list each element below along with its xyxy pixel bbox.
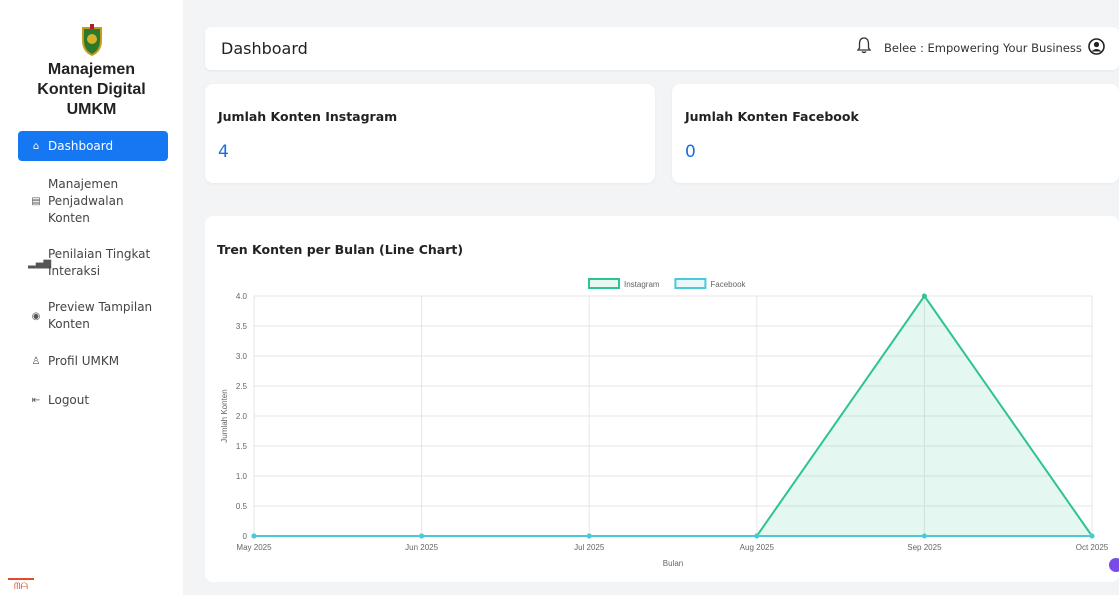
sidebar-item-penilaian-interaksi[interactable]: ▂▄▆ Penilaian Tingkat Interaksi <box>18 246 168 280</box>
x-tick-label: May 2025 <box>236 543 272 552</box>
sidebar-item-label: Logout <box>48 393 90 407</box>
y-tick-label: 0 <box>243 532 248 541</box>
sidebar-item-label: Penilaian Tingkat Interaksi <box>48 246 150 280</box>
data-point <box>921 293 927 299</box>
data-point <box>419 533 425 539</box>
line-chart: 0 0.5 1.0 1.5 2.0 2.5 3.0 3.5 4.0 May 2025 Jun 202… <box>220 278 1109 568</box>
y-tick-label: 1.5 <box>236 442 248 451</box>
sidebar-item-dashboard[interactable]: ⌂ Dashboard <box>18 131 168 161</box>
legend-label: Instagram <box>624 280 660 289</box>
sidebar-item-label: Manajemen Penjadwalan Konten <box>48 176 124 227</box>
data-point <box>921 533 927 539</box>
corner-logo-icon: ᗰᗩ <box>8 578 34 594</box>
stat-value: 0 <box>685 142 696 162</box>
emblem-logo-icon <box>82 24 102 56</box>
x-axis-label: Bulan <box>663 559 683 568</box>
data-point <box>251 533 257 539</box>
stat-label: Jumlah Konten Facebook <box>685 109 859 124</box>
label-line: Manajemen <box>48 177 119 191</box>
stat-card-instagram: Jumlah Konten Instagram 4 <box>205 84 655 183</box>
data-point <box>586 533 592 539</box>
y-axis-label: Jumlah Konten <box>220 389 229 442</box>
stat-card-facebook: Jumlah Konten Facebook 0 <box>672 84 1119 183</box>
sidebar-item-label: Dashboard <box>48 138 114 153</box>
x-tick-label: Jun 2025 <box>405 543 438 552</box>
sidebar-item-preview-tampilan[interactable]: ◉ Preview Tampilan Konten <box>18 299 168 333</box>
y-tick-label: 1.0 <box>236 472 248 481</box>
x-tick-label: Sep 2025 <box>907 543 942 552</box>
home-icon: ⌂ <box>32 140 40 152</box>
y-tick-label: 3.0 <box>236 352 248 361</box>
brand-line-1: Manajemen <box>47 61 136 78</box>
sidebar-nav: ⌂ Dashboard ▤ Manajemen Penjadwalan Kont… <box>18 131 168 409</box>
bell-icon[interactable] <box>856 36 872 54</box>
label-line: Konten <box>48 317 90 331</box>
business-name: Belee : Empowering Your Business <box>884 41 1082 55</box>
x-tick-label: Aug 2025 <box>740 543 775 552</box>
page-title: Dashboard <box>221 39 308 58</box>
legend-swatch <box>588 278 620 289</box>
logout-icon: ⇤ <box>31 395 41 406</box>
label-line: Konten <box>48 211 90 225</box>
sidebar-item-profil-umkm[interactable]: ♙ Profil UMKM <box>18 353 168 370</box>
app-brand-title: Manajemen Konten Digital UMKM <box>0 60 183 120</box>
user-icon: ♙ <box>31 356 41 367</box>
y-tick-label: 4.0 <box>236 292 248 301</box>
y-tick-label: 3.5 <box>236 322 248 331</box>
user-account-icon[interactable] <box>1088 38 1105 55</box>
stat-label: Jumlah Konten Instagram <box>218 109 398 124</box>
brand-line-2: Konten Digital <box>37 81 146 98</box>
document-icon: ▤ <box>31 196 41 207</box>
data-point <box>1089 533 1095 539</box>
stat-value: 4 <box>218 142 229 162</box>
x-tick-label: Jul 2025 <box>574 543 605 552</box>
y-tick-label: 2.0 <box>236 412 248 421</box>
sidebar-item-label: Preview Tampilan Konten <box>48 299 152 333</box>
y-tick-label: 2.5 <box>236 382 248 391</box>
signal-bars-icon: ▂▄▆ <box>28 257 52 269</box>
y-tick-label: 0.5 <box>236 502 248 511</box>
label-line: Penilaian Tingkat <box>48 247 151 261</box>
sidebar-item-manajemen-penjadwalan[interactable]: ▤ Manajemen Penjadwalan Konten <box>18 176 168 227</box>
label-line: Interaksi <box>48 264 101 278</box>
chart-card: Tren Konten per Bulan (Line Chart) 0 0.5 1… <box>205 216 1119 582</box>
sidebar-item-logout[interactable]: ⇤ Logout <box>18 392 168 409</box>
brand-line-3: UMKM <box>66 101 117 118</box>
label-line: Penjadwalan <box>48 194 124 208</box>
legend-swatch <box>674 278 707 289</box>
legend-label: Facebook <box>710 280 746 289</box>
header-bar: Dashboard Belee : Empowering Your Busine… <box>205 27 1119 70</box>
x-tick-label: Oct 2025 <box>1076 543 1109 552</box>
data-point <box>754 533 760 539</box>
sidebar: Manajemen Konten Digital UMKM ⌂ Dashboar… <box>0 0 183 595</box>
floating-widget-icon[interactable] <box>1109 558 1119 572</box>
sidebar-item-label: Profil UMKM <box>48 354 120 368</box>
eye-icon: ◉ <box>31 310 41 322</box>
label-line: Preview Tampilan <box>48 300 153 314</box>
